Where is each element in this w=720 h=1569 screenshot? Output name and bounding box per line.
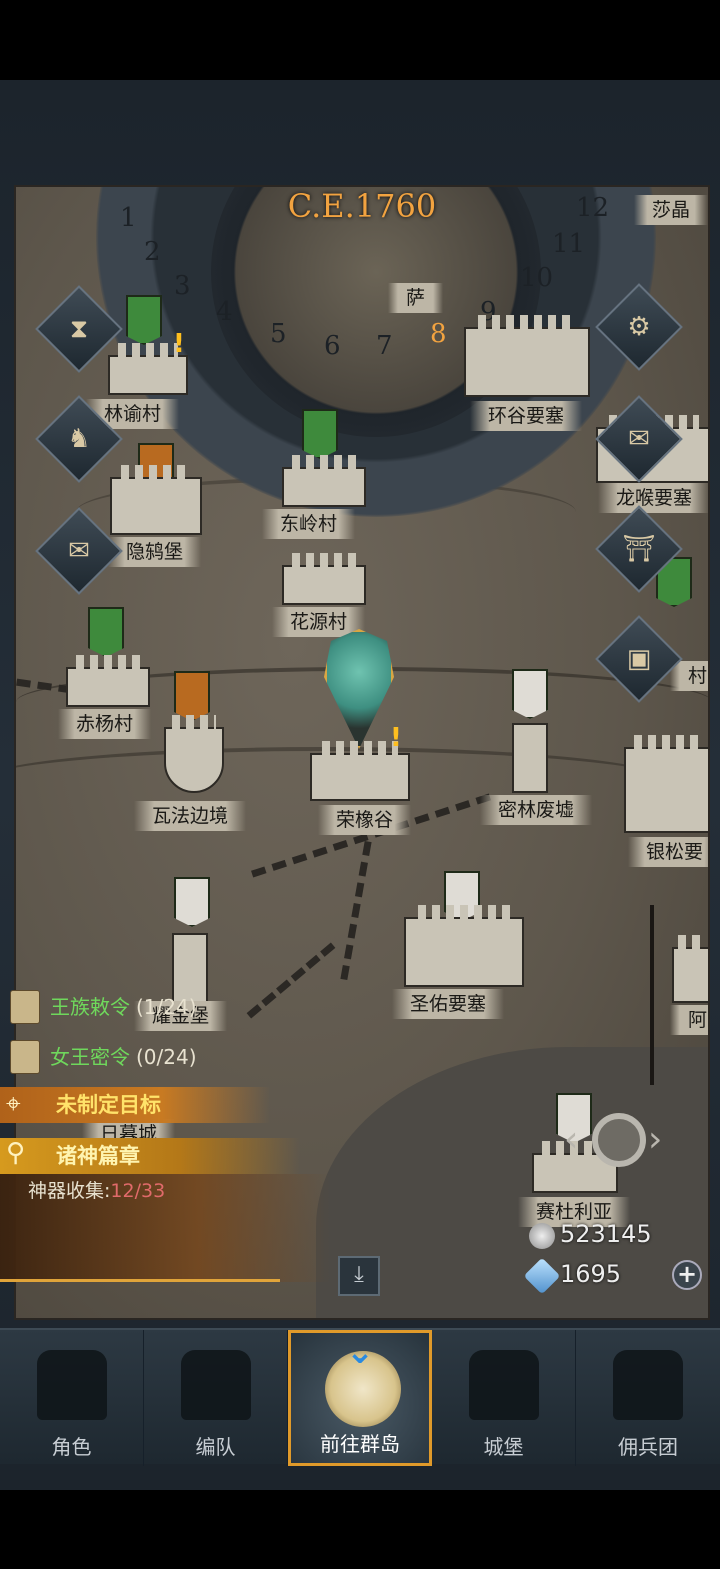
route-path <box>246 942 336 1019</box>
arrow-right-icon[interactable]: › <box>648 1119 662 1160</box>
tab-formation[interactable]: 编队 <box>144 1330 288 1466</box>
location-dongling[interactable]: 东岭村 <box>262 509 356 539</box>
supplies-icon: ▣ <box>626 644 652 674</box>
month-12[interactable]: 12 <box>576 193 609 223</box>
castle-icon <box>469 1350 539 1420</box>
tab-mercenary[interactable]: 佣兵团 <box>576 1330 720 1466</box>
faction-banner <box>88 607 124 657</box>
location-rongxiang[interactable]: 荣橡谷 <box>318 805 412 835</box>
search-icon: ⚲ <box>6 1138 26 1168</box>
fortress-shengyou[interactable] <box>404 905 524 987</box>
artifact-value: 12/33 <box>110 1180 166 1202</box>
target-icon: ⌖ <box>6 1089 21 1119</box>
location-chiyang[interactable]: 赤杨村 <box>58 709 152 739</box>
helmet-icon <box>181 1350 251 1420</box>
location-milin[interactable]: 密林废墟 <box>480 795 593 825</box>
faction-banner <box>174 671 210 721</box>
scroll-icon <box>10 990 40 1024</box>
location-huangu[interactable]: 环谷要塞 <box>470 401 583 431</box>
village-huayuan[interactable] <box>282 553 366 605</box>
alert-icon: ! <box>390 723 402 753</box>
direction-pad[interactable]: ‹ › <box>564 1109 664 1179</box>
quest-name: 王族敕令 <box>50 995 130 1019</box>
valley-rongxiang[interactable] <box>310 741 410 801</box>
arrow-left-icon[interactable]: ‹ <box>564 1119 578 1160</box>
route-path <box>340 840 372 981</box>
alert-icon: ! <box>173 329 185 359</box>
ruins-milin[interactable] <box>512 723 548 793</box>
status-bar-area <box>0 0 720 80</box>
fortress-yinsong-locked[interactable] <box>624 735 708 833</box>
quest-name: 女王密令 <box>50 1045 130 1069</box>
tab-label: 角色 <box>51 1435 92 1459</box>
hourglass-icon: ⧗ <box>69 314 89 344</box>
castle-edge[interactable] <box>672 935 708 1003</box>
tab-label: 前往群岛 <box>320 1432 400 1456</box>
location-yinsong[interactable]: 银松要 <box>628 837 708 867</box>
goal-label: 未制定目标 <box>56 1093 161 1117</box>
location-longhou[interactable]: 龙喉要塞 <box>598 483 708 513</box>
tab-character[interactable]: 角色 <box>0 1330 144 1466</box>
silver-coin-icon <box>529 1223 555 1249</box>
crystal-amount: 1695 <box>560 1260 622 1288</box>
divider <box>0 1279 280 1282</box>
village-chiyang[interactable] <box>66 655 150 707</box>
location-label-partial[interactable]: 莎晶 <box>634 195 708 225</box>
faction-banner <box>512 669 548 719</box>
knight-icon <box>37 1350 107 1420</box>
scroll-icon: ✉ <box>68 536 90 566</box>
silver-amount: 523145 <box>560 1220 652 1248</box>
month-8-current[interactable]: 8 <box>430 319 447 349</box>
artifact-collection-panel[interactable]: 神器收集:12/33 <box>0 1174 330 1282</box>
fortress-huangu[interactable] <box>464 315 590 397</box>
compass-icon <box>592 1113 646 1167</box>
nav-bar-area <box>0 1490 720 1569</box>
month-1[interactable]: 1 <box>120 203 137 233</box>
location-wafa[interactable]: 瓦法边境 <box>134 801 247 831</box>
map-scrollbar[interactable] <box>650 905 654 1085</box>
chapter-label: 诸神篇章 <box>56 1144 140 1168</box>
chevron-down-icon: ⌄ <box>345 1332 375 1372</box>
month-11[interactable]: 11 <box>552 229 585 259</box>
location-label-partial[interactable]: 萨 <box>388 283 444 313</box>
quest-count: (1/24) <box>136 995 197 1019</box>
month-7[interactable]: 7 <box>376 331 393 361</box>
artifact-label: 神器收集: <box>28 1180 111 1202</box>
location-yinhe[interactable]: 隐鸫堡 <box>108 537 202 567</box>
tab-label: 编队 <box>195 1435 236 1459</box>
artifact-text: 神器收集:12/33 <box>28 1176 165 1203</box>
village-linyu[interactable] <box>108 343 188 395</box>
era-year: C.E.1760 <box>287 187 437 225</box>
goal-bar[interactable]: ⌖ 未制定目标 <box>0 1087 270 1123</box>
tab-label: 城堡 <box>483 1435 524 1459</box>
month-4[interactable]: 4 <box>216 297 233 327</box>
location-label-partial[interactable]: 阿 <box>670 1005 708 1035</box>
faction-banner <box>126 295 162 345</box>
month-6[interactable]: 6 <box>324 331 341 361</box>
collapse-button[interactable]: ⤓ <box>338 1256 380 1296</box>
month-10[interactable]: 10 <box>520 263 553 293</box>
sword-icon <box>613 1350 683 1420</box>
add-crystal-button[interactable]: + <box>672 1260 702 1290</box>
gear-icon: ⚙ <box>627 312 651 342</box>
faction-banner <box>174 877 210 927</box>
scroll-icon <box>10 1040 40 1074</box>
faction-banner <box>302 409 338 459</box>
tab-label: 佣兵团 <box>618 1435 678 1459</box>
castle-yinhe[interactable] <box>110 465 202 535</box>
mail-icon: ✉ <box>628 424 650 454</box>
month-3[interactable]: 3 <box>174 271 191 301</box>
money-bag-icon: ♞ <box>67 424 91 454</box>
tab-castle[interactable]: 城堡 <box>432 1330 576 1466</box>
village-dongling[interactable] <box>282 455 366 507</box>
month-2[interactable]: 2 <box>144 237 161 267</box>
month-5[interactable]: 5 <box>270 319 287 349</box>
border-shield-wafa[interactable] <box>164 715 224 793</box>
location-shengyou[interactable]: 圣佑要塞 <box>392 989 505 1019</box>
chapter-bar[interactable]: ⚲ 诸神篇章 <box>0 1138 300 1174</box>
quest-count: (0/24) <box>136 1045 197 1069</box>
gate-icon: ⛩ <box>622 534 656 564</box>
